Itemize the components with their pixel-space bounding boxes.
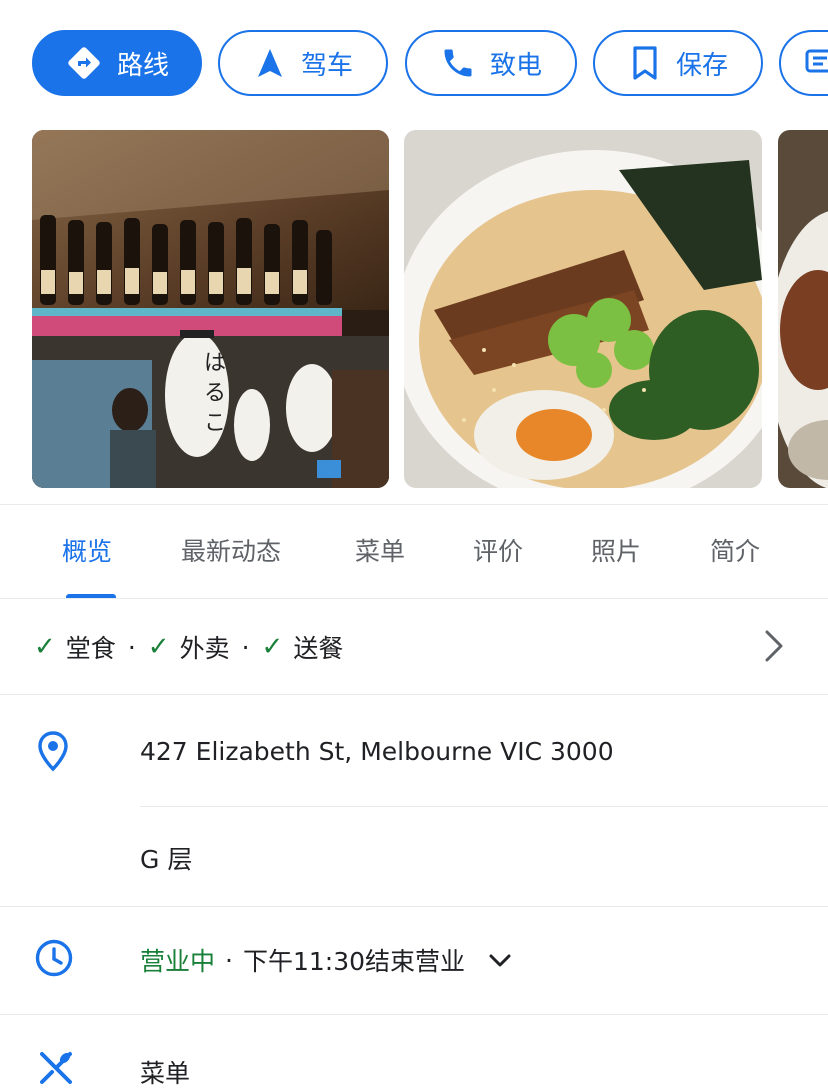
navigation-arrow-icon [253,46,287,80]
service-options[interactable]: ✓ 堂食 · ✓ 外卖 · ✓ 送餐 [34,618,343,676]
drive-label: 驾车 [300,50,353,81]
hours-row[interactable]: 营业中 · 下午11:30结束营业 [140,942,513,978]
clock-icon [34,938,74,982]
svg-text:る: る [204,381,226,406]
services-divider [0,694,828,695]
address-line[interactable]: 427 Elizabeth St, Melbourne VIC 3000 [140,737,614,766]
drive-button[interactable]: 驾车 [218,30,388,96]
svg-text:は: は [204,351,226,376]
service-delivery: 送餐 [293,634,344,663]
photo-divider [0,504,828,505]
tabs-divider [0,598,828,599]
phone-icon [440,45,476,81]
photo-restaurant-interior[interactable]: は る こ [32,130,389,488]
service-takeaway: 外卖 [179,634,230,663]
address-divider [140,806,828,807]
tab-about[interactable]: 简介 [710,532,760,568]
menu-link[interactable]: 菜单 [140,1054,190,1090]
fork-knife-icon [36,1048,76,1092]
closing-time: 下午11:30结束营业 [242,947,466,976]
directions-icon [65,44,103,82]
separator-dot: · [225,945,233,975]
floor-divider [0,906,828,907]
bookmark-icon [628,45,662,81]
save-button[interactable]: 保存 [593,30,763,96]
address-floor[interactable]: G 层 [140,840,192,876]
separator-dot: · [241,632,250,662]
call-button[interactable]: 致电 [405,30,577,96]
check-icon: ✓ [34,632,56,662]
tab-menu[interactable]: 菜单 [355,532,405,568]
tab-reviews[interactable]: 评价 [473,532,523,568]
separator-dot: · [127,632,136,662]
check-icon: ✓ [147,632,170,662]
location-pin-icon [36,730,70,776]
action-chip-row: 路线 驾车 致电 保存 [0,30,828,100]
tab-photos[interactable]: 照片 [591,532,641,568]
share-button[interactable] [779,30,828,96]
tab-updates[interactable]: 最新动态 [181,532,281,568]
tab-overview[interactable]: 概览 [62,532,112,568]
share-icon [803,46,828,80]
hours-divider [0,1014,828,1015]
check-icon: ✓ [261,632,284,662]
chevron-down-icon[interactable] [487,950,513,970]
open-status: 营业中 [140,947,216,976]
place-tabs: 概览 最新动态 菜单 评价 照片 简介 [0,520,828,599]
photo-carousel[interactable]: は る こ [0,130,828,488]
save-label: 保存 [675,50,728,81]
photo-ramen-bowl[interactable] [404,130,762,488]
svg-text:こ: こ [204,411,226,436]
directions-button[interactable]: 路线 [32,30,202,96]
call-label: 致电 [489,50,542,81]
service-dine-in: 堂食 [65,634,116,663]
chevron-right-icon[interactable] [760,626,788,670]
photo-dish-partial[interactable] [778,130,828,488]
directions-label: 路线 [116,50,169,81]
